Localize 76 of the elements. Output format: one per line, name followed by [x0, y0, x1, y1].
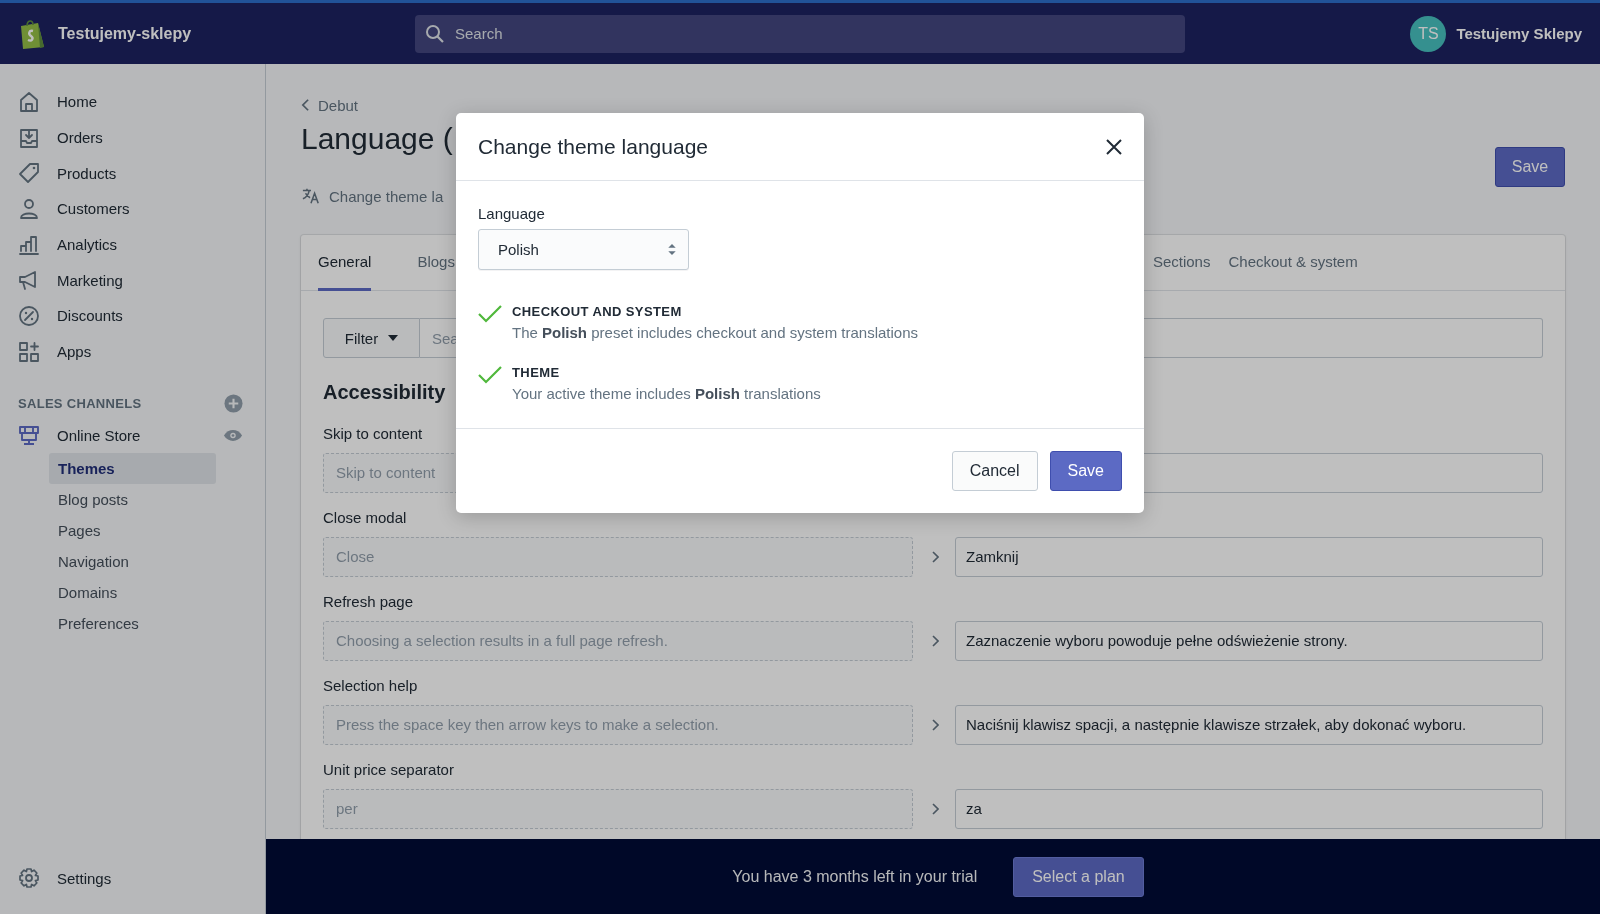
nav-subitem[interactable]: Domains — [49, 577, 216, 609]
caret-icon — [388, 335, 399, 341]
store-name[interactable]: Testujemy-sklepy — [58, 24, 192, 43]
field-label: Language — [478, 205, 546, 224]
field-label: Selection help — [323, 677, 418, 696]
back-link[interactable]: Debut — [301, 94, 1565, 116]
nav-item[interactable]: Products — [18, 155, 265, 192]
search-icon — [425, 23, 445, 44]
chevron-left-icon — [301, 98, 310, 112]
chevron-right-icon — [931, 634, 939, 647]
tab[interactable]: General — [318, 235, 372, 291]
check-heading: CHECKOUT AND SYSTEM — [512, 304, 683, 321]
section-title: Accessibility — [323, 381, 446, 404]
nav-subitem[interactable]: Pages — [49, 515, 216, 547]
translate-icon — [301, 187, 321, 205]
close-icon[interactable] — [1106, 138, 1122, 155]
tag-icon — [18, 162, 40, 185]
language-select[interactable]: Polish — [478, 229, 689, 270]
section-heading: SALES CHANNELS — [18, 396, 142, 411]
sort-arrows-icon — [668, 243, 676, 256]
tab[interactable]: Blogs — [417, 235, 455, 291]
nav-subitem[interactable]: Blog posts — [49, 484, 216, 516]
nav-item[interactable]: Analytics — [18, 226, 265, 263]
nav-subitem[interactable]: Navigation — [49, 546, 216, 578]
field-label: Unit price separator — [323, 761, 454, 780]
save-button[interactable]: Save — [1049, 451, 1122, 491]
apps-icon — [18, 340, 40, 363]
field-label: Close modal — [323, 509, 407, 528]
chevron-right-icon — [931, 802, 939, 815]
source-text: Press the space key then arrow keys to make a selection. — [323, 704, 913, 745]
settings-icon — [18, 867, 40, 890]
nav-subitem[interactable]: Themes — [49, 453, 216, 485]
modal-title: Change theme language — [478, 134, 708, 159]
nav-item[interactable]: Home — [18, 84, 265, 120]
checkmark-icon — [478, 365, 502, 385]
check-heading: THEME — [512, 365, 561, 382]
translation-field[interactable]: Naciśnij klawisz spacji, a następnie klawisze strzałek, aby dokonać wyboru. — [955, 704, 1543, 745]
filter-button[interactable]: Filter — [323, 318, 420, 358]
field-label: Skip to content — [323, 425, 423, 444]
nav-item[interactable]: Orders — [18, 119, 265, 156]
source-text: per — [323, 788, 913, 829]
nav-item[interactable]: Settings — [18, 860, 265, 896]
field-label: Refresh page — [323, 593, 414, 612]
nav-item[interactable]: Apps — [18, 333, 265, 370]
select-plan-button[interactable]: Select a plan — [1013, 856, 1144, 897]
person-icon — [18, 197, 40, 220]
tab[interactable]: Sections — [1152, 235, 1211, 291]
source-text: Close — [323, 536, 913, 577]
nav-item[interactable]: Online Store — [18, 417, 141, 454]
checkmark-icon — [478, 304, 502, 324]
search-field[interactable]: Search — [415, 14, 1185, 53]
page-title: Language ( — [301, 122, 453, 157]
trial-message: You have 3 months left in your trial — [732, 867, 978, 886]
nav-subitem[interactable]: Preferences — [49, 608, 216, 640]
storefront-icon — [18, 424, 40, 447]
tab[interactable]: Checkout & system — [1228, 235, 1358, 291]
chevron-right-icon — [931, 550, 939, 563]
translation-field[interactable]: za — [955, 788, 1543, 829]
discount-icon — [18, 304, 40, 327]
nav-item[interactable]: Marketing — [18, 262, 265, 299]
inbox-icon — [18, 126, 40, 149]
shopping-bag-logo[interactable] — [18, 17, 46, 50]
chevron-right-icon — [931, 718, 939, 731]
translation-field[interactable]: Zaznaczenie wyboru powoduje pełne odświeżenie strony. — [955, 620, 1543, 661]
change-language-link[interactable]: Change theme la — [301, 187, 1565, 205]
check-description: The Polish preset includes checkout and system translations — [512, 324, 919, 341]
save-button[interactable]: Save — [1495, 147, 1565, 187]
source-text: Choosing a selection results in a full page refresh. — [323, 620, 913, 661]
bar-chart-icon — [18, 233, 40, 256]
nav-item[interactable]: Customers — [18, 191, 265, 227]
cancel-button[interactable]: Cancel — [951, 451, 1038, 491]
home-icon — [18, 90, 40, 113]
translation-field[interactable]: Zamknij — [955, 536, 1543, 577]
user-name[interactable]: Testujemy Sklepy — [1456, 25, 1582, 42]
check-description: Your active theme includes Polish translations — [512, 385, 821, 402]
nav-item[interactable]: Discounts — [18, 298, 265, 334]
